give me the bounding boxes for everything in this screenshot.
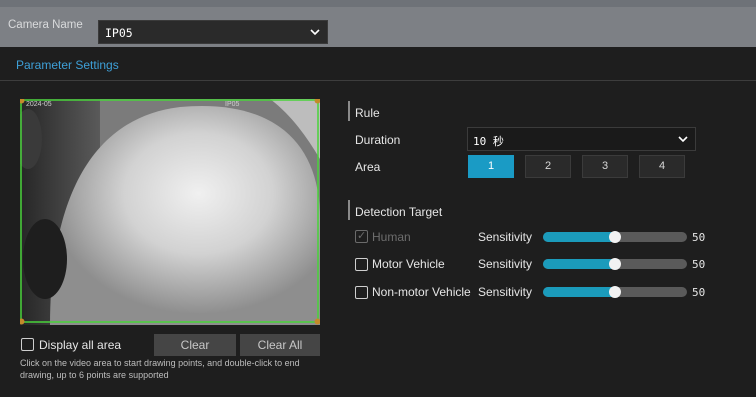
checkmark-icon: ✓ — [357, 230, 367, 242]
non-motor-vehicle-checkbox[interactable] — [355, 286, 368, 299]
duration-value: 10 秒 — [473, 135, 504, 148]
drawing-help-text: Click on the video area to start drawing… — [20, 358, 300, 380]
display-all-area-box[interactable] — [21, 338, 34, 351]
duration-label: Duration — [355, 133, 401, 147]
human-checkbox[interactable]: ✓ — [355, 230, 368, 243]
detection-area-polygon[interactable] — [20, 99, 320, 325]
human-sensitivity-slider[interactable] — [543, 231, 687, 243]
slider-handle[interactable] — [609, 258, 621, 270]
non-motor-vehicle-sensitivity-label: Sensitivity — [478, 285, 533, 299]
motor-vehicle-sensitivity-label: Sensitivity — [478, 257, 533, 271]
video-osd-channel: IP05 — [225, 101, 240, 108]
detection-target-title: Detection Target — [355, 205, 443, 219]
non-motor-vehicle-sensitivity-slider[interactable] — [543, 286, 687, 298]
tab-bar: Parameter Settings — [0, 47, 756, 81]
slider-handle[interactable] — [609, 286, 621, 298]
non-motor-vehicle-sensitivity-value: 50 — [692, 286, 706, 299]
clear-button[interactable]: Clear — [154, 334, 236, 356]
camera-select[interactable]: IP05 — [98, 20, 328, 44]
top-strip — [0, 0, 756, 7]
chevron-down-icon — [678, 136, 688, 143]
tab-parameter-settings[interactable]: Parameter Settings — [16, 58, 119, 72]
chevron-down-icon — [310, 29, 320, 36]
human-sensitivity-value: 50 — [692, 231, 706, 244]
camera-name-label: Camera Name — [8, 19, 83, 31]
video-preview[interactable]: 2024-05 IP05 — [20, 99, 320, 325]
area-button-2[interactable]: 2 — [525, 155, 571, 178]
camera-select-value: IP05 — [105, 26, 133, 40]
human-label: Human — [372, 230, 411, 244]
motor-vehicle-label: Motor Vehicle — [372, 257, 445, 271]
motor-vehicle-sensitivity-value: 50 — [692, 258, 706, 271]
duration-select[interactable]: 10 秒 — [467, 127, 696, 151]
rule-section-marker — [348, 101, 350, 121]
rule-title: Rule — [355, 106, 380, 120]
motor-vehicle-checkbox[interactable] — [355, 258, 368, 271]
display-all-area-label: Display all area — [39, 338, 122, 352]
area-button-1[interactable]: 1 — [468, 155, 514, 178]
human-sensitivity-label: Sensitivity — [478, 230, 533, 244]
slider-handle[interactable] — [609, 231, 621, 243]
area-button-3[interactable]: 3 — [582, 155, 628, 178]
clear-all-button[interactable]: Clear All — [240, 334, 320, 356]
area-button-4[interactable]: 4 — [639, 155, 685, 178]
detection-section-marker — [348, 200, 350, 220]
area-label: Area — [355, 160, 381, 174]
motor-vehicle-sensitivity-slider[interactable] — [543, 258, 687, 270]
video-osd-time: 2024-05 — [26, 101, 52, 108]
non-motor-vehicle-label: Non-motor Vehicle — [372, 285, 471, 299]
